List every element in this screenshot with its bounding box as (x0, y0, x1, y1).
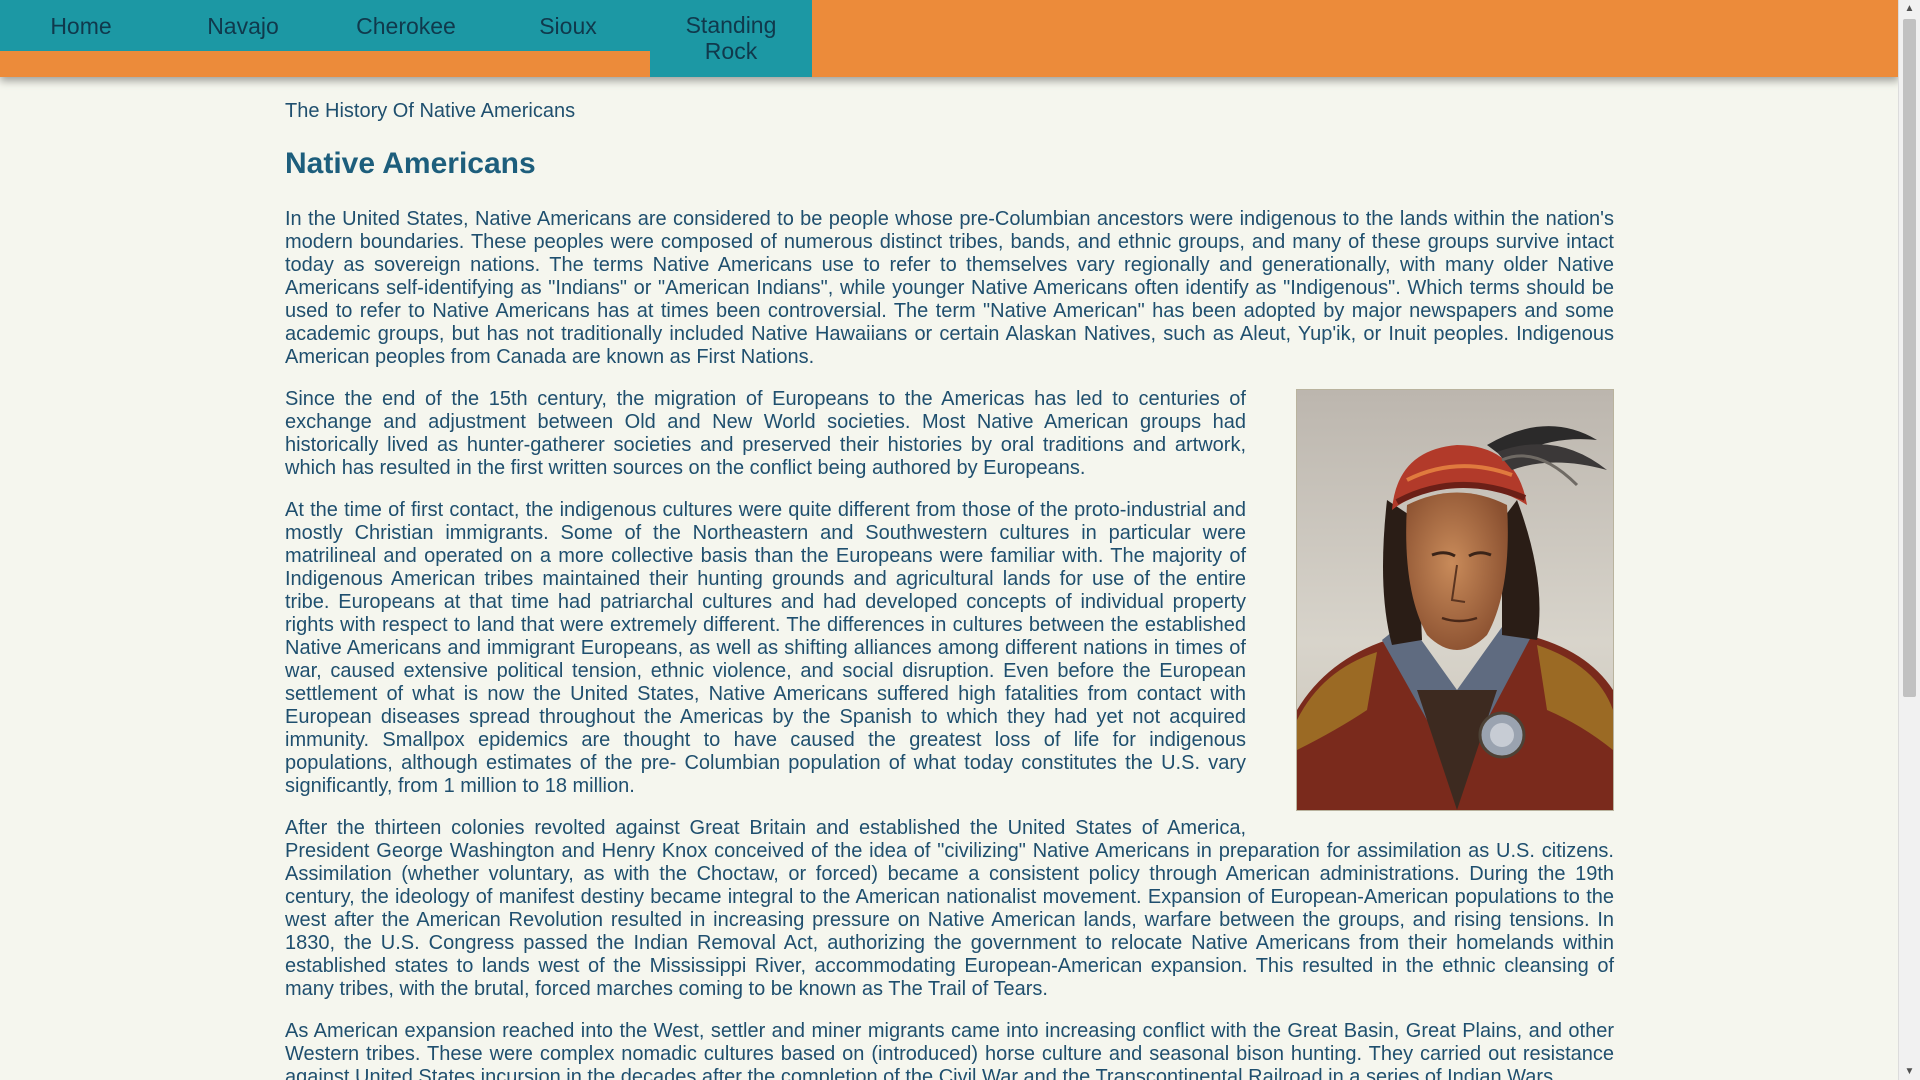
scrollbar-thumb[interactable] (1903, 19, 1916, 697)
page-viewport: Home Navajo Cherokee Sioux Standing Rock… (0, 0, 1920, 1080)
paragraph-intro: In the United States, Native Americans a… (285, 208, 1614, 368)
nav-item-label: Sioux (539, 12, 597, 39)
breadcrumb: The History Of Native Americans (285, 100, 576, 122)
page-title: Native Americans (285, 147, 536, 180)
paragraph-assimilation: After the thirteen colonies revolted aga… (285, 817, 1614, 1000)
nav-item-home[interactable]: Home (0, 0, 162, 51)
nav-item-label: Standing Rock (685, 12, 777, 64)
main-content: The History Of Native Americans Native A… (285, 98, 1614, 1080)
scroll-down-arrow-icon[interactable]: ▼ (1899, 1063, 1920, 1080)
vertical-scrollbar[interactable]: ▲ ▼ (1898, 0, 1920, 1080)
portrait-illustration (1297, 390, 1613, 810)
top-navigation-bar: Home Navajo Cherokee Sioux Standing Rock (0, 0, 1899, 77)
scroll-up-arrow-icon[interactable]: ▲ (1899, 0, 1920, 17)
nav-item-label: Cherokee (356, 12, 456, 39)
nav-item-navajo[interactable]: Navajo (162, 0, 324, 51)
nav-item-label: Navajo (207, 12, 279, 39)
nav-item-cherokee[interactable]: Cherokee (325, 0, 487, 51)
portrait-image (1296, 389, 1614, 811)
paragraph-western-expansion: As American expansion reached into the W… (285, 1020, 1614, 1080)
nav-item-label: Home (50, 12, 112, 39)
nav-item-standing-rock[interactable]: Standing Rock (650, 0, 812, 77)
nav-item-sioux[interactable]: Sioux (487, 0, 649, 51)
